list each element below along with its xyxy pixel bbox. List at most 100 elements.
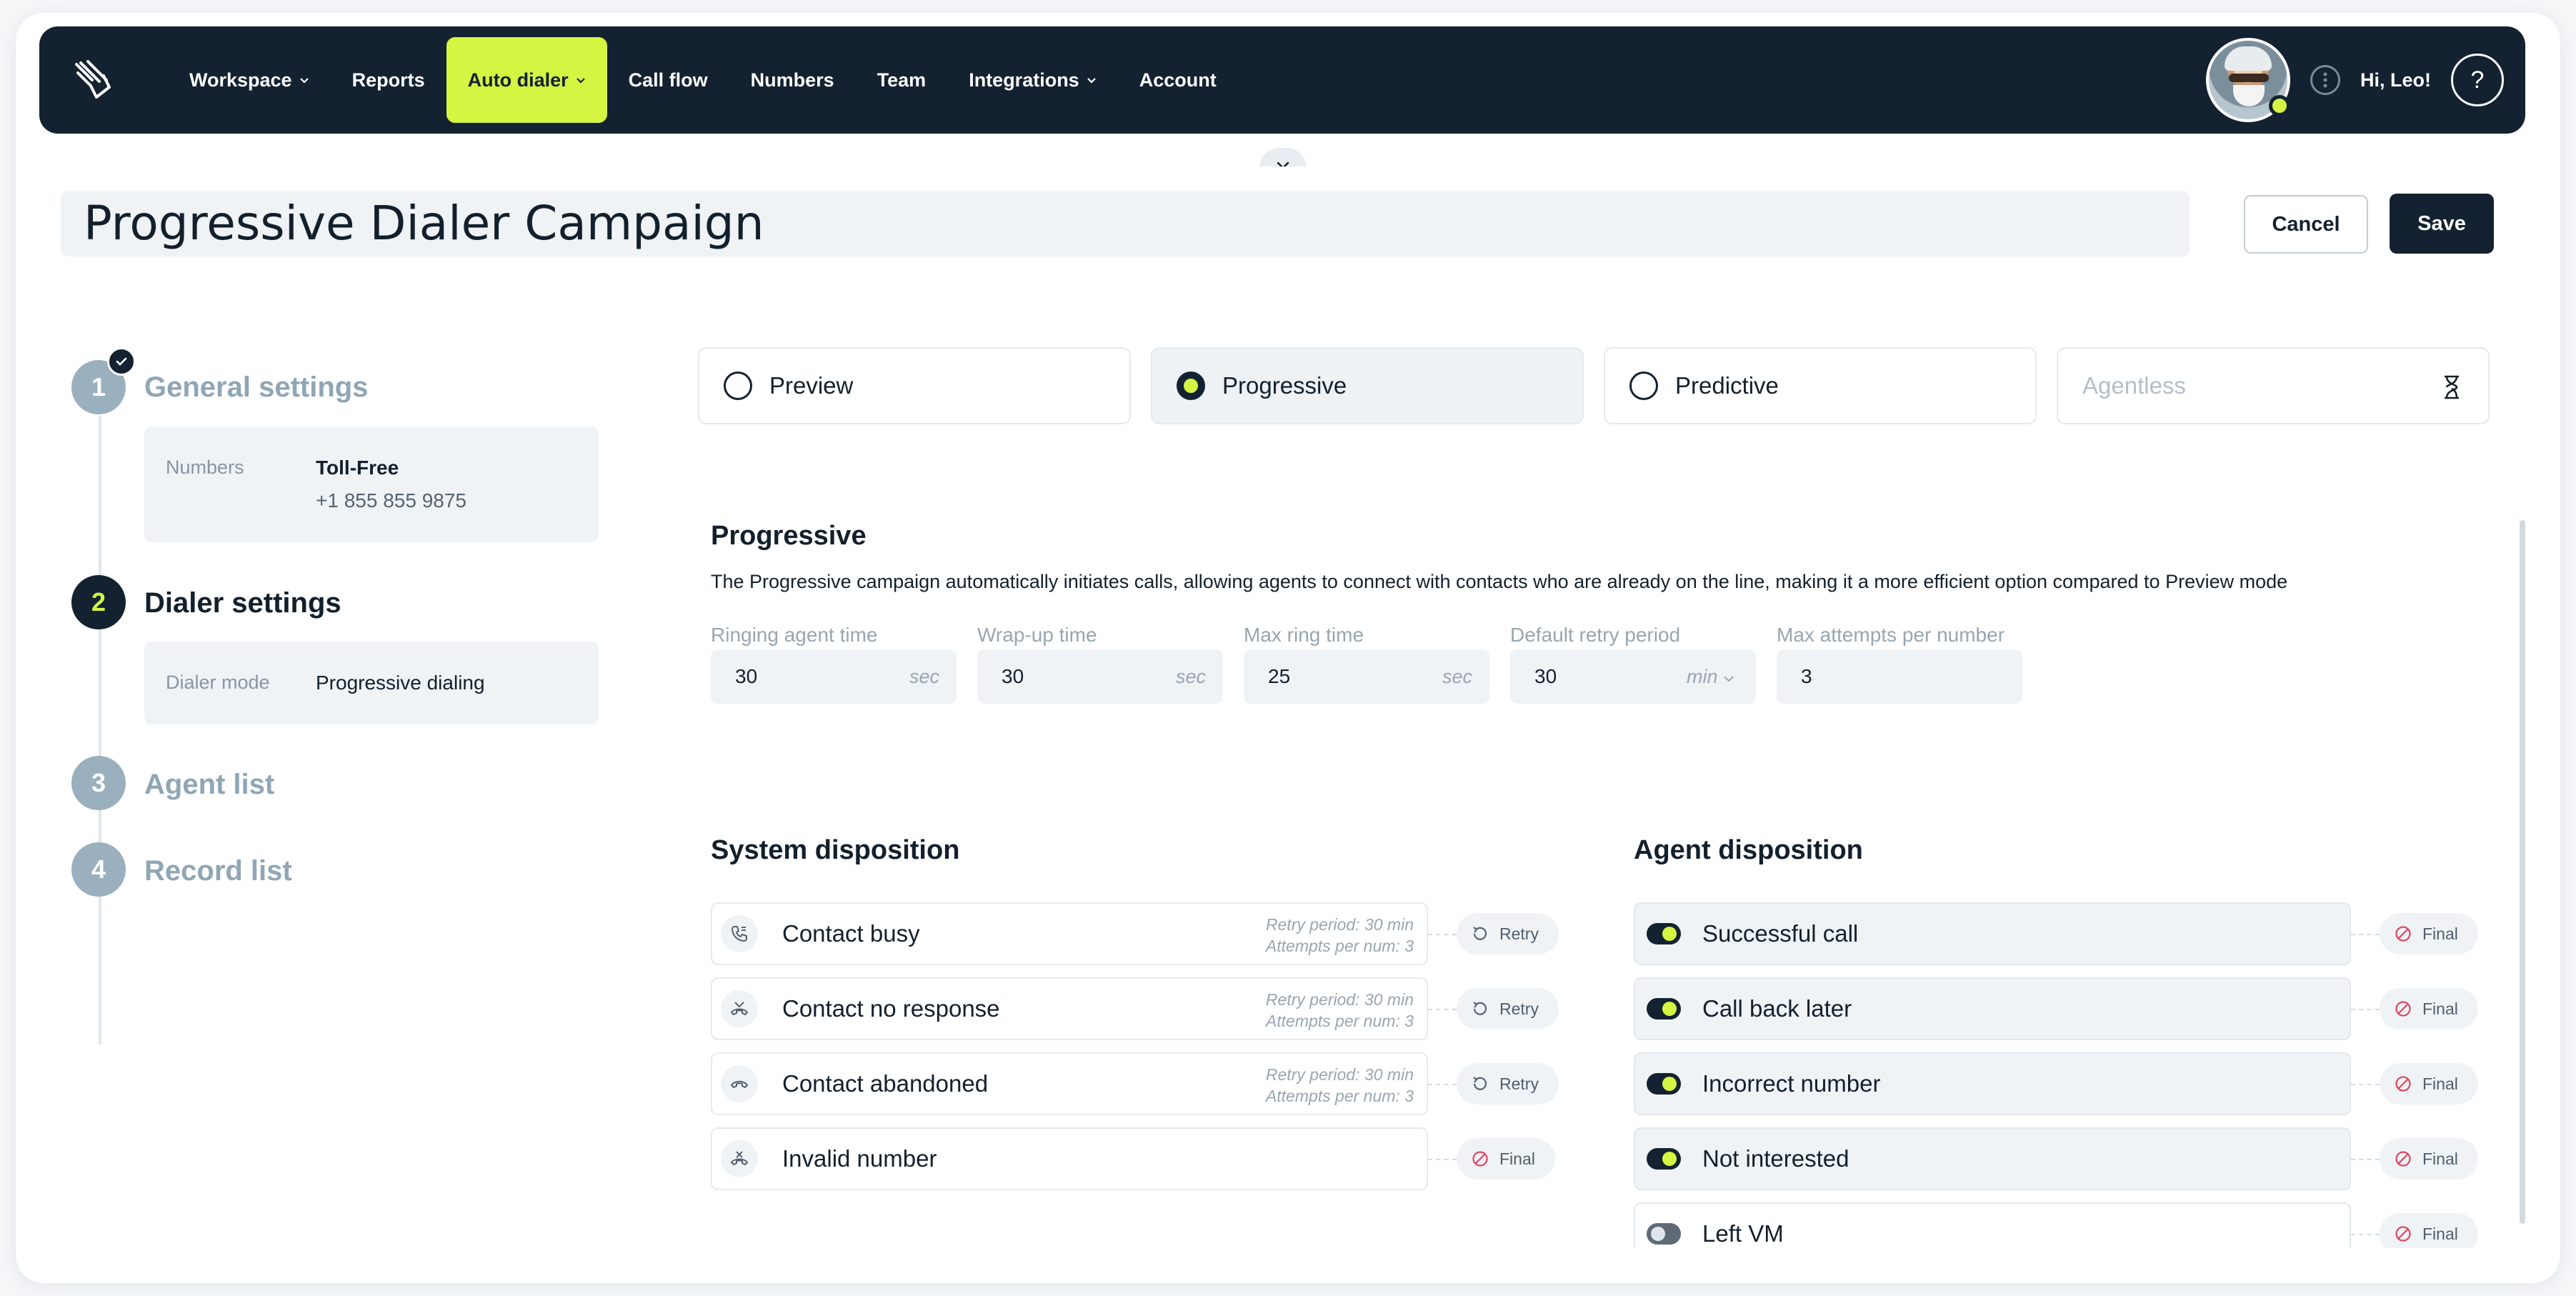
step-4-number[interactable]: 4 xyxy=(71,842,126,897)
cancel-button[interactable]: Cancel xyxy=(2244,195,2368,254)
prohibited-icon xyxy=(1472,1151,1488,1167)
disposition-name: Invalid number xyxy=(782,1145,937,1172)
phone-no-response-icon xyxy=(721,990,758,1027)
mode-option-progressive[interactable]: Progressive xyxy=(1151,347,1584,424)
phone-invalid-icon xyxy=(721,1140,758,1177)
agent-disposition-row[interactable]: Not interested xyxy=(1634,1127,2351,1190)
nav-item-integrations[interactable]: Integrations xyxy=(947,37,1118,123)
more-options-icon[interactable] xyxy=(2310,65,2340,95)
step-3-number[interactable]: 3 xyxy=(71,756,126,810)
scrollbar[interactable] xyxy=(2520,520,2525,1224)
brand-logo-icon[interactable] xyxy=(71,57,116,103)
top-navbar: Workspace Reports Auto dialer Call flow … xyxy=(39,26,2525,134)
step-2-title[interactable]: Dialer settings xyxy=(144,587,341,619)
final-tag[interactable]: Final xyxy=(2380,913,2478,954)
default-retry-period-select[interactable]: 30 min xyxy=(1510,649,1756,704)
final-tag[interactable]: Final xyxy=(2380,1138,2478,1180)
nav-item-workspace[interactable]: Workspace xyxy=(168,37,331,123)
final-tag[interactable]: Final xyxy=(1457,1138,1555,1180)
step-2-summary: Dialer mode Progressive dialing xyxy=(144,642,599,724)
final-tag[interactable]: Final xyxy=(2380,1213,2478,1248)
system-disposition-row[interactable]: Contact abandoned Retry period: 30 min A… xyxy=(711,1052,1428,1115)
campaign-title-input[interactable]: Progressive Dialer Campaign xyxy=(61,191,2190,256)
field-value: 30 xyxy=(735,665,758,687)
tag-label: Final xyxy=(2422,1074,2458,1093)
user-greeting: Hi, Leo! xyxy=(2360,69,2431,91)
nav-item-label: Workspace xyxy=(189,69,292,91)
field-unit: min xyxy=(1687,649,1734,704)
retry-period: Retry period: 30 min xyxy=(1265,990,1414,1009)
help-icon[interactable]: ? xyxy=(2451,54,2504,106)
step-1-title[interactable]: General settings xyxy=(144,372,368,404)
nav-item-auto-dialer[interactable]: Auto dialer xyxy=(446,37,607,123)
tag-label: Retry xyxy=(1499,924,1539,943)
nav-item-account[interactable]: Account xyxy=(1118,37,1238,123)
nav-menu: Workspace Reports Auto dialer Call flow … xyxy=(168,37,1238,123)
chevron-down-icon xyxy=(1087,78,1096,84)
field-unit: sec xyxy=(909,666,939,687)
chevron-down-icon xyxy=(1724,676,1734,682)
save-button[interactable]: Save xyxy=(2390,194,2494,254)
mode-label: Agentless xyxy=(2082,372,2186,399)
retry-icon xyxy=(1473,1002,1487,1015)
step-4-title[interactable]: Record list xyxy=(144,855,292,887)
agent-disposition-title: Agent disposition xyxy=(1634,835,1863,865)
final-tag[interactable]: Final xyxy=(2380,988,2478,1030)
agent-disposition-row[interactable]: Call back later xyxy=(1634,977,2351,1040)
field-label: Max attempts per number xyxy=(1777,624,2005,646)
retry-period: Retry period: 30 min xyxy=(1265,1065,1414,1084)
disposition-name: Contact abandoned xyxy=(782,1070,989,1097)
attempts-per-num: Attempts per num: 3 xyxy=(1265,937,1414,955)
tag-label: Final xyxy=(2422,1149,2458,1168)
nav-item-team[interactable]: Team xyxy=(856,37,948,123)
retry-tag[interactable]: Retry xyxy=(1457,988,1559,1030)
step-3-title[interactable]: Agent list xyxy=(144,769,274,801)
field-label: Wrap-up time xyxy=(977,624,1097,646)
toggle-switch[interactable] xyxy=(1647,998,1681,1020)
disposition-name: Not interested xyxy=(1702,1145,1849,1172)
retry-tag[interactable]: Retry xyxy=(1457,913,1559,954)
prohibited-icon xyxy=(2395,1001,2411,1017)
mode-option-predictive[interactable]: Predictive xyxy=(1604,347,2037,424)
field-value: 25 xyxy=(1268,665,1291,687)
final-tag[interactable]: Final xyxy=(2380,1063,2478,1105)
max-ring-time-input[interactable]: 25 sec xyxy=(1244,649,1489,704)
step-1-summary: Numbers Toll-Free +1 855 855 9875 xyxy=(144,427,599,542)
toggle-switch[interactable] xyxy=(1647,923,1681,944)
agent-disposition-row[interactable]: Left VM xyxy=(1634,1202,2351,1248)
system-disposition-row[interactable]: Invalid number xyxy=(711,1127,1428,1190)
toggle-switch[interactable] xyxy=(1647,1073,1681,1095)
step-2-number[interactable]: 2 xyxy=(71,575,126,629)
nav-item-call-flow[interactable]: Call flow xyxy=(607,37,729,123)
retry-tag[interactable]: Retry xyxy=(1457,1063,1559,1105)
radio-checked-icon xyxy=(1177,372,1205,400)
nav-item-label: Account xyxy=(1139,69,1217,91)
avatar[interactable] xyxy=(2206,38,2290,122)
disposition-name: Call back later xyxy=(1702,995,1852,1022)
numbers-type: Toll-Free xyxy=(316,457,399,479)
disposition-name: Left VM xyxy=(1702,1220,1784,1247)
toggle-switch[interactable] xyxy=(1647,1148,1681,1170)
agent-disposition-row[interactable]: Incorrect number xyxy=(1634,1052,2351,1115)
mode-option-preview[interactable]: Preview xyxy=(698,347,1131,424)
nav-item-numbers[interactable]: Numbers xyxy=(729,37,856,123)
connector-line xyxy=(1428,1159,1457,1160)
nav-item-reports[interactable]: Reports xyxy=(331,37,446,123)
nav-item-label: Auto dialer xyxy=(467,69,569,91)
toggle-switch[interactable] xyxy=(1647,1223,1681,1245)
wrap-up-time-input[interactable]: 30 sec xyxy=(977,649,1223,704)
ringing-agent-time-input[interactable]: 30 sec xyxy=(711,649,957,704)
attempts-per-num: Attempts per num: 3 xyxy=(1265,1087,1414,1105)
avatar-helmet xyxy=(2225,46,2272,71)
agent-disposition-row[interactable]: Successful call xyxy=(1634,902,2351,965)
max-attempts-input[interactable]: 3 xyxy=(1777,649,2022,704)
connector-line xyxy=(2351,1009,2380,1010)
system-disposition-row[interactable]: Contact busy Retry period: 30 min Attemp… xyxy=(711,902,1428,965)
field-unit: sec xyxy=(1442,666,1472,687)
mode-label: Progressive xyxy=(1222,372,1347,399)
mode-description: The Progressive campaign automatically i… xyxy=(711,571,2288,592)
prohibited-icon xyxy=(2395,1076,2411,1092)
mode-label: Predictive xyxy=(1675,372,1779,399)
system-disposition-row[interactable]: Contact no response Retry period: 30 min… xyxy=(711,977,1428,1040)
disposition-name: Successful call xyxy=(1702,920,1859,947)
